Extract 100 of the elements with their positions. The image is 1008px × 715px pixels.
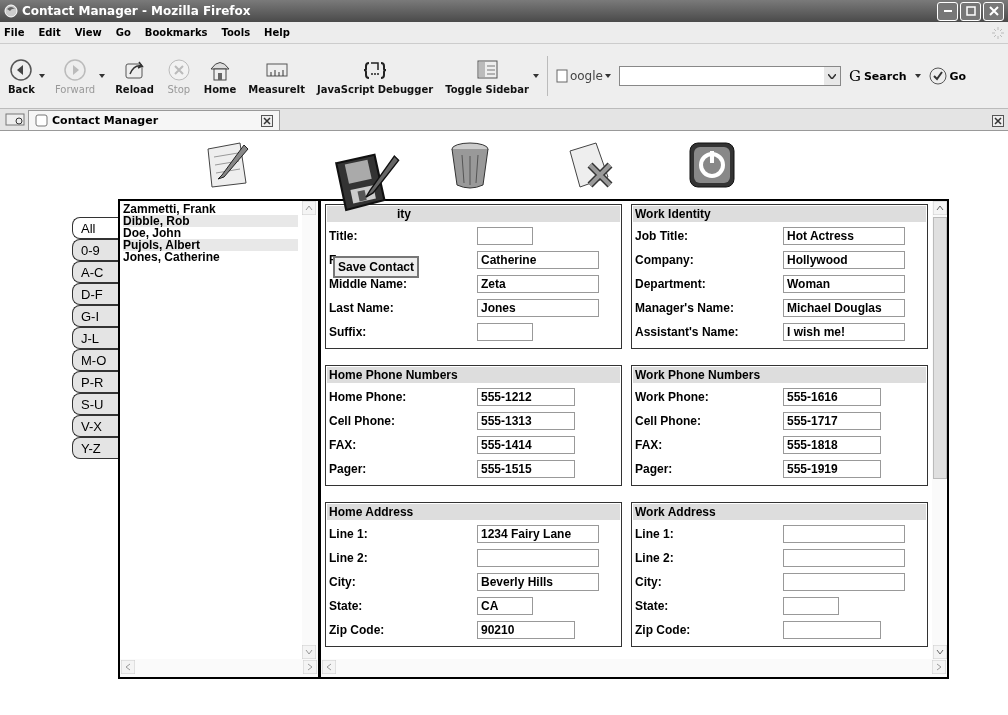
dropdown-arrow-icon [604, 74, 611, 78]
menu-item[interactable]: File [4, 27, 25, 38]
toolbar-button[interactable]: MeasureIt [246, 57, 308, 95]
letter-tab[interactable]: M-O [72, 349, 118, 371]
menu-item[interactable]: Edit [38, 27, 61, 38]
input-field[interactable] [783, 573, 905, 591]
input-field[interactable]: 90210 [477, 621, 575, 639]
letter-tab[interactable]: G-I [72, 305, 118, 327]
scroll-up-icon[interactable] [932, 201, 947, 215]
input-field[interactable]: Hot Actress [783, 227, 905, 245]
scrollbar[interactable] [932, 201, 947, 659]
input-field[interactable]: 555-1313 [477, 412, 575, 430]
tab-list-icon[interactable] [4, 111, 28, 127]
toolbar-button[interactable]: Toggle Sidebar [443, 57, 531, 95]
input-field[interactable]: CA [477, 597, 533, 615]
input-field[interactable] [783, 525, 905, 543]
scrollbar[interactable] [321, 659, 947, 677]
input-field[interactable] [783, 549, 905, 567]
page-icon [35, 114, 48, 127]
letter-tab[interactable]: Y-Z [72, 437, 118, 459]
input-field[interactable]: 555-1212 [477, 388, 575, 406]
contact-list-item[interactable]: Jones, Catherine [123, 251, 298, 263]
field-label: Line 1: [328, 527, 369, 541]
input-field[interactable]: 555-1717 [783, 412, 881, 430]
field-label: Suffix: [328, 325, 368, 339]
field-label: Zip Code: [634, 623, 692, 637]
dropdown-arrow-icon[interactable] [38, 74, 45, 78]
input-field[interactable]: Michael Douglas [783, 299, 905, 317]
scroll-up-icon[interactable] [302, 201, 316, 215]
minimize-button[interactable] [937, 1, 958, 21]
letter-tab[interactable]: S-U [72, 393, 118, 415]
contact-list-item[interactable]: Doe, John [123, 227, 298, 239]
menu-item[interactable]: Bookmarks [144, 27, 208, 38]
input-field[interactable]: Zeta [477, 275, 599, 293]
scroll-left-icon[interactable] [121, 660, 135, 674]
input-field[interactable]: 555-1414 [477, 436, 575, 454]
input-field[interactable] [783, 621, 881, 639]
letter-tab[interactable]: A-C [72, 261, 118, 283]
letter-tab[interactable]: D-F [72, 283, 118, 305]
scroll-right-icon[interactable] [303, 660, 317, 674]
scrollbar[interactable] [302, 201, 318, 659]
input-field[interactable]: 555-1515 [477, 460, 575, 478]
input-field[interactable] [477, 227, 533, 245]
scroll-left-icon[interactable] [322, 660, 336, 674]
input-field[interactable]: Woman [783, 275, 905, 293]
scrollbar[interactable] [120, 659, 318, 677]
letter-tab[interactable]: P-R [72, 371, 118, 393]
dropdown-arrow-icon[interactable] [532, 74, 539, 78]
maximize-button[interactable] [960, 1, 981, 21]
minimize-icon [943, 10, 952, 12]
menu-item[interactable]: Help [264, 27, 290, 38]
power-icon[interactable] [688, 141, 736, 189]
field-label: Manager's Name: [634, 301, 735, 315]
go-button[interactable]: Go [928, 67, 967, 85]
toolbar-button[interactable]: Reload [113, 57, 156, 95]
input-field[interactable] [477, 549, 599, 567]
input-field[interactable] [783, 597, 839, 615]
field-label: Home Phone: [328, 390, 408, 404]
scrollbar-thumb[interactable] [932, 217, 947, 479]
contact-list-item[interactable]: Zammetti, Frank [123, 203, 298, 215]
input-field[interactable]: Jones [477, 299, 599, 317]
scroll-down-icon[interactable] [302, 645, 316, 659]
letter-tab[interactable]: J-L [72, 327, 118, 349]
section-title: Home Address [329, 505, 414, 519]
search-field[interactable] [618, 66, 841, 86]
browser-tab[interactable]: Contact Manager [28, 110, 280, 130]
field-label: Job Title: [634, 229, 690, 243]
menu-item[interactable]: Tools [221, 27, 251, 38]
field-label: State: [328, 599, 364, 613]
letter-tab[interactable]: All [72, 217, 118, 239]
field-label: FAX: [328, 438, 358, 452]
toolbar-button[interactable]: Home [201, 57, 239, 95]
search-button[interactable]: G Search [848, 67, 907, 85]
input-field[interactable]: 555-1919 [783, 460, 881, 478]
dropdown-arrow-icon[interactable] [914, 74, 921, 78]
input-field[interactable]: Catherine [477, 251, 599, 269]
scroll-right-icon[interactable] [932, 660, 946, 674]
search-engine-selector[interactable]: oogle [555, 69, 611, 83]
toolbar-button[interactable]: JavaScript Debugger [315, 57, 436, 95]
input-field[interactable] [477, 323, 533, 341]
contact-list-item[interactable]: Dibble, Rob [123, 215, 298, 227]
input-field[interactable]: Hollywood [783, 251, 905, 269]
input-field[interactable]: Beverly Hills [477, 573, 599, 591]
toolbar-button[interactable]: Back [6, 57, 37, 95]
input-field[interactable]: I wish me! [783, 323, 905, 341]
close-button[interactable] [983, 1, 1004, 21]
trash-can-icon[interactable] [448, 139, 492, 191]
input-field[interactable]: 555-1616 [783, 388, 881, 406]
letter-tab[interactable]: 0-9 [72, 239, 118, 261]
input-field[interactable]: 1234 Fairy Lane [477, 525, 599, 543]
menu-item[interactable]: View [74, 27, 102, 38]
input-field[interactable]: 555-1818 [783, 436, 881, 454]
close-tab-icon[interactable] [992, 115, 1004, 127]
letter-tab[interactable]: V-X [72, 415, 118, 437]
engine-logo-icon [555, 69, 568, 83]
contact-list-item[interactable]: Pujols, Albert [123, 239, 298, 251]
field-label: Zip Code: [328, 623, 386, 637]
menu-item[interactable]: Go [115, 27, 131, 38]
scroll-down-icon[interactable] [932, 645, 947, 659]
close-tab-icon[interactable] [261, 114, 273, 127]
